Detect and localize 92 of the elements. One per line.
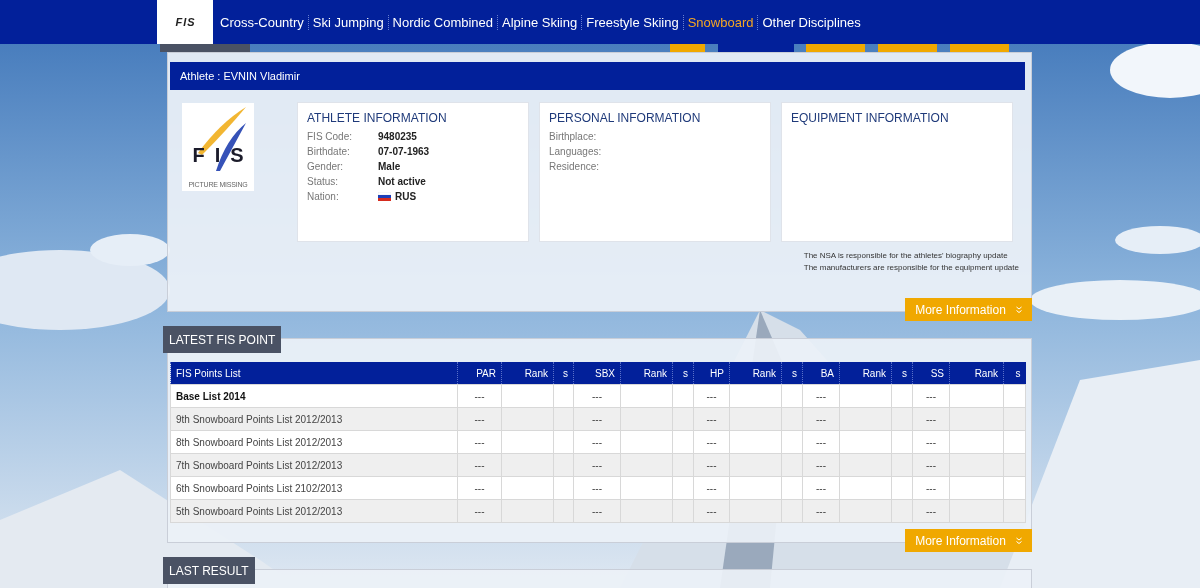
table-cell: --- bbox=[457, 499, 502, 523]
column-header: FIS Points List bbox=[170, 362, 458, 385]
field-label: FIS Code: bbox=[307, 130, 354, 144]
field-value: Not active bbox=[378, 175, 426, 189]
table-cell: --- bbox=[573, 384, 621, 408]
nav-link[interactable]: Other Disciplines bbox=[757, 14, 865, 30]
table-cell: --- bbox=[912, 476, 950, 500]
note-text: The manufacturers are responsible for the equipment update bbox=[803, 263, 1019, 272]
table-cell: --- bbox=[912, 407, 950, 431]
table-cell: --- bbox=[573, 407, 621, 431]
column-header: Rank bbox=[729, 362, 782, 385]
card-title: EQUIPMENT INFORMATION bbox=[791, 111, 950, 125]
table-cell: 5th Snowboard Points List 2012/2013 bbox=[170, 499, 458, 523]
nav-link[interactable]: Ski Jumping bbox=[307, 14, 388, 30]
field-value: 9480235 bbox=[378, 130, 417, 144]
field-label: Birthplace: bbox=[549, 130, 598, 144]
table-cell: --- bbox=[802, 407, 840, 431]
column-header: SBX bbox=[573, 362, 621, 385]
note-text: The NSA is responsible for the athletes' biography update bbox=[803, 251, 1008, 260]
logo-letter: S bbox=[187, 16, 195, 28]
field-value: RUS bbox=[395, 190, 417, 204]
fis-logo[interactable]: FIS bbox=[157, 0, 213, 44]
table-cell: --- bbox=[693, 499, 730, 523]
column-header: Rank bbox=[620, 362, 673, 385]
double-chevron-icon bbox=[1015, 305, 1022, 314]
table-cell: --- bbox=[457, 407, 502, 431]
nav-link[interactable]: Freestyle Skiing bbox=[581, 14, 683, 30]
table-cell: --- bbox=[573, 430, 621, 454]
column-header: s bbox=[781, 362, 803, 385]
table-cell: --- bbox=[802, 430, 840, 454]
athlete-header: Athlete : EVNIN Vladimir bbox=[170, 62, 1025, 90]
column-header: s bbox=[553, 362, 574, 385]
field-label: Languages: bbox=[549, 145, 603, 159]
nav-link[interactable]: Cross-Country bbox=[216, 14, 308, 30]
table-cell: --- bbox=[802, 453, 840, 477]
column-header: SS bbox=[912, 362, 950, 385]
column-header: HP bbox=[693, 362, 730, 385]
table-cell: 9th Snowboard Points List 2012/2013 bbox=[170, 407, 458, 431]
field-label: Residence: bbox=[549, 160, 601, 174]
field-value: Male bbox=[378, 160, 401, 174]
card-title: ATHLETE INFORMATION bbox=[307, 111, 448, 125]
nav-link[interactable]: Nordic Combined bbox=[387, 14, 498, 30]
toolbar-button[interactable] bbox=[806, 44, 865, 52]
table-cell: --- bbox=[912, 453, 950, 477]
table-cell: --- bbox=[693, 476, 730, 500]
column-header: s bbox=[891, 362, 913, 385]
table-cell: --- bbox=[457, 384, 502, 408]
column-header: s bbox=[672, 362, 694, 385]
logo-letter: I bbox=[214, 144, 221, 167]
toolbar-button[interactable] bbox=[718, 44, 794, 52]
table-cell: --- bbox=[912, 499, 950, 523]
column-header: PAR bbox=[457, 362, 502, 385]
table-cell: --- bbox=[457, 453, 502, 477]
table-cell: --- bbox=[573, 476, 621, 500]
table-cell: --- bbox=[693, 430, 730, 454]
column-header: s bbox=[1003, 362, 1026, 385]
logo-letter: F bbox=[192, 144, 205, 167]
logo-letter: F bbox=[175, 16, 183, 28]
table-cell: 7th Snowboard Points List 2012/2013 bbox=[170, 453, 458, 477]
table-cell: 6th Snowboard Points List 2102/2013 bbox=[170, 476, 458, 500]
column-header: Rank bbox=[949, 362, 1004, 385]
table-cell: 8th Snowboard Points List 2012/2013 bbox=[170, 430, 458, 454]
table-cell: --- bbox=[912, 430, 950, 454]
column-header: Rank bbox=[839, 362, 892, 385]
logo-letter: I bbox=[183, 16, 187, 28]
field-label: Birthdate: bbox=[307, 145, 351, 159]
logo-letter: S bbox=[230, 144, 244, 167]
table-cell: --- bbox=[693, 453, 730, 477]
card-title: PERSONAL INFORMATION bbox=[549, 111, 702, 125]
column-header: Rank bbox=[501, 362, 554, 385]
field-label: Status: bbox=[307, 175, 340, 189]
table-cell: --- bbox=[693, 407, 730, 431]
toolbar-button[interactable] bbox=[878, 44, 937, 52]
table-cell: --- bbox=[693, 384, 730, 408]
field-label: Gender: bbox=[307, 160, 345, 174]
table-cell: --- bbox=[457, 476, 502, 500]
table-cell: --- bbox=[457, 430, 502, 454]
column-header: BA bbox=[802, 362, 840, 385]
table-cell: --- bbox=[802, 476, 840, 500]
table-cell: --- bbox=[802, 384, 840, 408]
field-value: 07-07-1963 bbox=[378, 145, 430, 159]
double-chevron-icon bbox=[1015, 536, 1022, 545]
field-label: Nation: bbox=[307, 190, 340, 204]
table-cell: --- bbox=[573, 453, 621, 477]
table-cell: --- bbox=[912, 384, 950, 408]
nav-link[interactable]: Snowboard bbox=[682, 14, 758, 30]
table-cell: --- bbox=[802, 499, 840, 523]
table-cell: Base List 2014 bbox=[170, 384, 458, 408]
toolbar-button[interactable] bbox=[670, 44, 705, 52]
table-cell: --- bbox=[573, 499, 621, 523]
nav-link[interactable]: Alpine Skiing bbox=[497, 14, 582, 30]
toolbar-button[interactable] bbox=[950, 44, 1009, 52]
